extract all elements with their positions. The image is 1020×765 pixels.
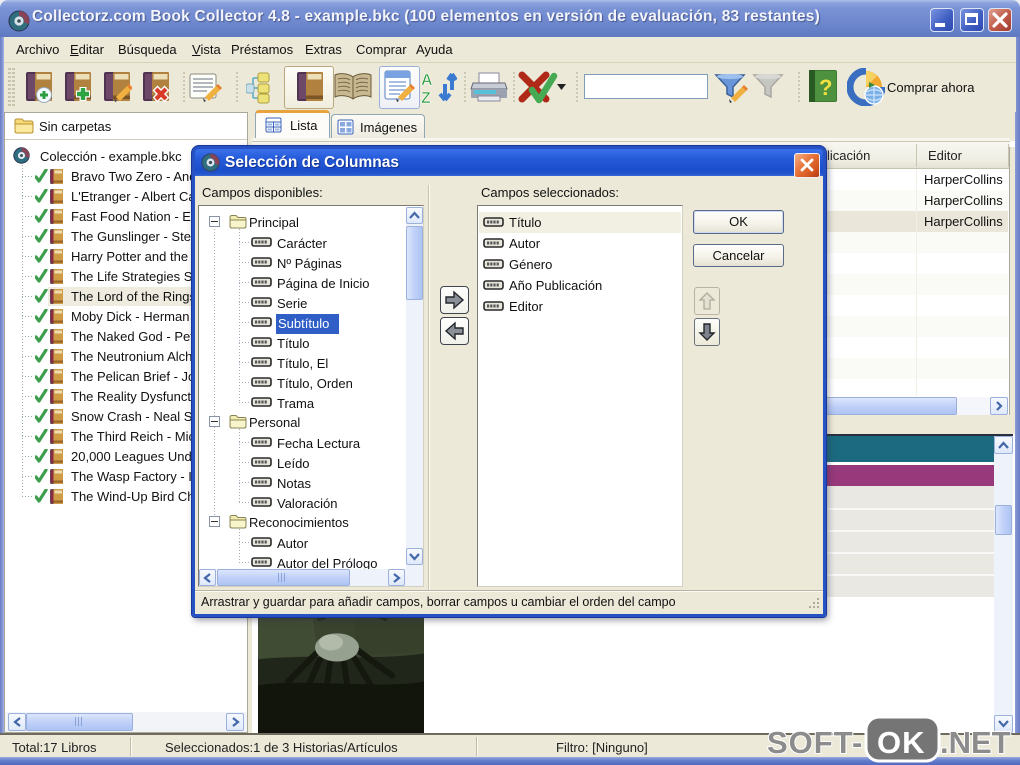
- svg-text:.NET: .NET: [940, 725, 1011, 760]
- svg-text:OK: OK: [877, 725, 926, 760]
- svg-text:A: A: [421, 72, 433, 89]
- svg-text:?: ?: [819, 75, 832, 100]
- svg-text:SOFT-: SOFT-: [767, 725, 863, 760]
- svg-text:Z: Z: [421, 90, 431, 106]
